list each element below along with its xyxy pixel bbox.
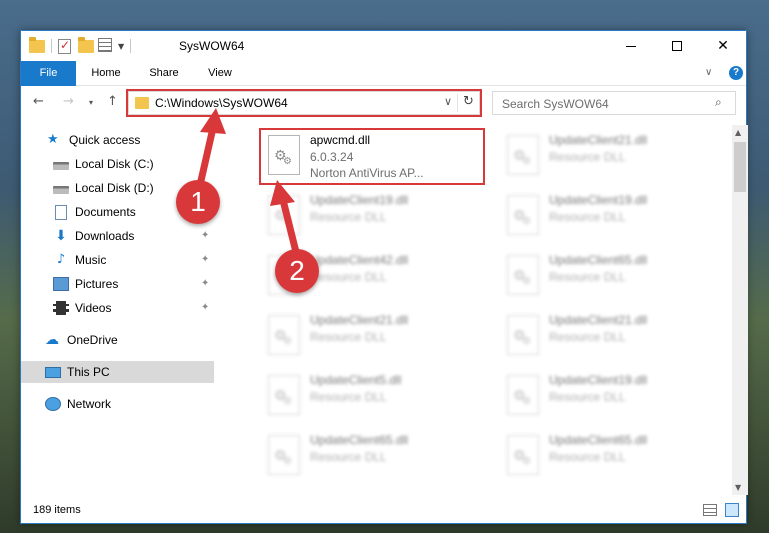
annotation-arrow-2	[279, 199, 300, 253]
annotation-arrows	[196, 108, 300, 253]
annotation-arrowhead-1	[200, 108, 226, 134]
step-badge-1: 1	[176, 180, 220, 224]
step-badge-2: 2	[275, 249, 319, 293]
annotation-arrow-1	[196, 127, 217, 186]
annotation-arrowhead-2	[270, 180, 295, 206]
